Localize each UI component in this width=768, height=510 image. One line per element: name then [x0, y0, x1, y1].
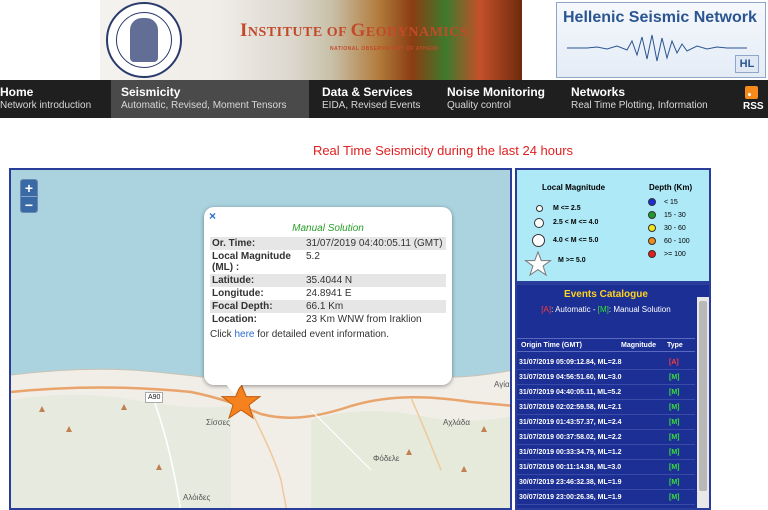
nav-noise-monitoring[interactable]: Noise Monitoring Quality control [443, 80, 555, 118]
nav-networks[interactable]: Networks Real Time Plotting, Information [567, 80, 732, 118]
event-row[interactable]: 31/07/2019 04:56:51.60, ML=3.0 [M] [517, 370, 695, 385]
nav-seismicity[interactable]: Seismicity Automatic, Revised, Moment Te… [111, 80, 309, 118]
event-row[interactable]: 30/07/2019 23:46:32.38, ML=1.9 [M] [517, 475, 695, 490]
magnitude-small-icon [536, 205, 543, 212]
page: INSTITUTE OF GEODYNAMICS NATIONAL OBSERV… [0, 0, 768, 510]
rss-icon [745, 86, 758, 99]
nav-home[interactable]: Home Network introduction [0, 80, 108, 118]
map-legend: Local Magnitude Depth (Km) M <= 2.5 2.5 … [515, 168, 711, 283]
popup-footer: Click here for detailed event informatio… [210, 329, 389, 340]
popup-heading: Manual Solution [292, 223, 364, 234]
catalogue-legend: [A]: Automatic - [M]: Manual Solution [541, 305, 671, 314]
event-row[interactable]: 31/07/2019 04:40:05.11, ML=5.2 [M] [517, 385, 695, 400]
depth-color-icon [648, 211, 656, 219]
event-row[interactable]: 31/07/2019 00:11:14.38, ML=3.0 [M] [517, 460, 695, 475]
nav-data-services[interactable]: Data & Services EIDA, Revised Events [318, 80, 430, 118]
event-details-table: Or. Time: 31/07/2019 04:40:05.11 (GMT) Lo… [210, 237, 446, 326]
network-badge: HL [735, 55, 759, 73]
depth-legend-title: Depth (Km) [649, 183, 693, 192]
zoom-in-button[interactable]: + [21, 180, 37, 196]
table-row: Longitude: 24.8941 E [212, 288, 352, 299]
table-row: Latitude: 35.4044 N [210, 274, 446, 287]
place-label: Σίσσες [206, 418, 231, 427]
institute-subtitle: NATIONAL OBSERVATORY OF ATHENS [330, 46, 439, 52]
table-row: Or. Time: 31/07/2019 04:40:05.11 (GMT) [210, 237, 446, 250]
institute-banner[interactable]: INSTITUTE OF GEODYNAMICS NATIONAL OBSERV… [100, 0, 522, 80]
depth-color-icon [648, 237, 656, 245]
catalogue-header: Origin Time (GMT) Magnitude Type [517, 338, 695, 352]
depth-color-icon [648, 250, 656, 258]
page-title: Real Time Seismicity during the last 24 … [312, 143, 574, 158]
event-row[interactable]: 30/07/2019 23:00:26.36, ML=1.9 [M] [517, 490, 695, 505]
magnitude-legend-title: Local Magnitude [542, 183, 606, 192]
depth-color-icon [648, 198, 656, 206]
close-icon[interactable]: × [209, 209, 216, 223]
magnitude-star-icon [524, 251, 552, 277]
header: INSTITUTE OF GEODYNAMICS NATIONAL OBSERV… [0, 0, 768, 80]
event-row[interactable]: 31/07/2019 00:37:58.02, ML=2.2 [M] [517, 430, 695, 445]
event-popup: × Manual Solution Or. Time: 31/07/2019 04… [204, 207, 452, 385]
events-catalogue: Events Catalogue [A]: Automatic - [M]: M… [515, 283, 711, 510]
catalogue-scrollbar[interactable] [697, 297, 709, 508]
road-label: A90 [145, 392, 164, 403]
zoom-out-button[interactable]: − [21, 196, 37, 212]
place-label: Αλόιδες [183, 493, 211, 502]
zoom-control: + − [20, 179, 38, 213]
main-nav: Home Network introduction Seismicity Aut… [0, 80, 768, 118]
network-logo[interactable]: Hellenic Seismic Network HL [556, 2, 766, 78]
popup-pointer [225, 383, 243, 394]
table-row: Location: 23 Km WNW from Iraklion [212, 314, 422, 325]
rss-link[interactable]: RSS [740, 86, 768, 114]
place-label: Αγία [494, 380, 510, 389]
place-label: Φόδελε [373, 454, 400, 463]
catalogue-title: Events Catalogue [564, 289, 648, 300]
observatory-seal-logo [106, 2, 182, 78]
seismogram-icon [567, 34, 747, 62]
table-row: Local Magnitude (ML) :5.2 [212, 251, 320, 273]
institute-title: INSTITUTE OF GEODYNAMICS [240, 20, 469, 41]
table-row: Focal Depth: 66.1 Km [210, 300, 446, 313]
depth-color-icon [648, 224, 656, 232]
event-row[interactable]: 31/07/2019 01:43:57.37, ML=2.4 [M] [517, 415, 695, 430]
event-details-link[interactable]: here [234, 329, 254, 340]
place-label: Αχλάδα [443, 418, 470, 427]
magnitude-large-icon [532, 234, 545, 247]
network-title: Hellenic Seismic Network [563, 9, 757, 26]
seismicity-map[interactable]: + − A90 Σίσσες Αχλάδα Φόδελε Αλόιδες Αγί… [9, 168, 512, 510]
event-row[interactable]: 31/07/2019 05:09:12.84, ML=2.8 [A] [517, 355, 695, 370]
magnitude-medium-icon [534, 218, 544, 228]
event-row[interactable]: 31/07/2019 00:33:34.79, ML=1.2 [M] [517, 445, 695, 460]
event-row[interactable]: 31/07/2019 02:02:59.58, ML=2.1 [M] [517, 400, 695, 415]
